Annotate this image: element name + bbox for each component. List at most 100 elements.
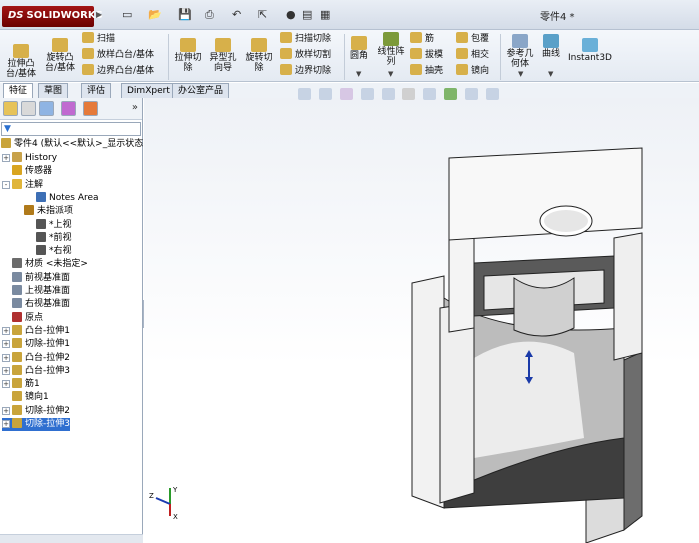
panel-horizontal-scrollbar[interactable] [0,534,143,543]
expander-icon[interactable]: + [2,420,10,428]
save-icon[interactable]: 💾 [178,8,192,24]
tab-features[interactable]: 特征 [3,83,34,98]
tree-item[interactable]: 材质 <未指定> [2,258,88,271]
display-manager-tab-icon[interactable] [83,101,98,116]
reference-geometry-button[interactable]: 参考几 何体 [504,34,536,69]
revolved-cut-button[interactable]: 旋转切 除 [242,38,276,73]
solidworks-logo[interactable]: DS SOLIDWORKS [2,6,103,27]
options-icon[interactable]: ▦ [320,8,330,24]
linear-pattern-button[interactable]: 线性阵 列 [374,32,408,67]
ref-geometry-dropdown-icon[interactable]: ▼ [518,70,523,78]
tree-item[interactable]: - 注解 [2,178,43,192]
curves-dropdown-icon[interactable]: ▼ [548,70,553,78]
rib-button[interactable]: 筋 [410,32,434,46]
wrap-button[interactable]: 包覆 [456,32,489,46]
tab-office-products[interactable]: 办公室产品 [172,83,230,98]
revolve-boss-button[interactable]: 旋转凸 台/基体 [42,38,78,73]
feature-manager-tab-icon[interactable] [3,101,18,116]
tree-item[interactable]: 镜向1 [2,391,49,404]
sweep-button[interactable]: 扫描 [82,32,115,46]
tree-item[interactable]: Notes Area [26,191,99,205]
new-document-icon[interactable]: ▭ [122,8,132,24]
curves-button[interactable]: 曲线 [540,34,562,59]
tree-item[interactable]: *前视 [26,231,72,245]
shell-button[interactable]: 抽壳 [410,64,443,78]
expander-icon[interactable]: + [2,154,10,162]
model-view[interactable] [144,98,699,543]
tab-evaluate[interactable]: 评估 [81,83,112,98]
zoom-to-fit-icon[interactable] [298,88,311,100]
tree-item[interactable]: 传感器 [2,165,52,178]
hide-show-items-icon[interactable] [423,88,437,100]
select-icon[interactable]: ⇱ [258,8,267,24]
open-icon[interactable]: 📂 [148,8,162,24]
expander-icon[interactable]: + [2,380,10,389]
hole-wizard-icon [215,38,231,52]
instant3d-button[interactable]: Instant3D [568,38,612,63]
zoom-to-area-icon[interactable] [318,88,332,100]
tree-item[interactable]: + 凸台-拉伸1 [2,324,70,338]
pattern-dropdown-icon[interactable]: ▼ [388,70,393,78]
tab-sketch[interactable]: 草图 [38,83,69,98]
rebuild-icon[interactable]: ● [286,8,296,24]
boundary-boss-button[interactable]: 边界凸台/基体 [82,64,154,78]
expander-icon[interactable]: - [2,180,10,189]
expander-icon[interactable]: + [2,406,10,415]
file-properties-icon[interactable]: ▤ [302,8,312,24]
instant3d-label: Instant3D [568,53,612,63]
view-orientation-icon[interactable] [381,88,395,100]
menu-arrow-icon[interactable]: ▶ [96,10,102,19]
expander-icon[interactable]: + [2,366,10,375]
property-manager-tab-icon[interactable] [21,101,36,116]
graphics-viewport[interactable] [144,98,699,543]
tree-item[interactable]: + 筋1 [2,378,40,391]
configuration-manager-tab-icon[interactable] [39,101,54,116]
undo-icon[interactable]: ↶ [232,8,241,24]
hole-wizard-button[interactable]: 异型孔 向导 [206,38,240,73]
sweep-icon [82,32,94,43]
tree-item[interactable]: + 切除-拉伸2 [2,404,70,418]
tree-root-label: 零件4 (默认<<默认>_显示状态 [14,139,144,149]
more-tabs-icon[interactable]: » [132,102,138,113]
expander-icon[interactable]: + [2,326,10,335]
tree-item[interactable]: + 凸台-拉伸3 [2,364,70,378]
tree-item[interactable]: + History [2,152,57,165]
fillet-dropdown-icon[interactable]: ▼ [356,70,361,78]
tree-item[interactable]: *上视 [26,218,72,232]
draft-button[interactable]: 拔模 [410,48,443,62]
section-view-icon[interactable] [360,88,374,100]
tree-item[interactable]: 上视基准面 [2,285,70,298]
tree-filter[interactable]: ▼ [1,122,141,136]
expander-icon[interactable]: + [2,353,10,362]
dimxpert-manager-tab-icon[interactable] [61,101,76,116]
tree-item[interactable]: + 凸台-拉伸2 [2,351,70,365]
view-settings-icon[interactable] [485,88,499,100]
print-icon[interactable]: ⎙ [205,8,214,24]
loft-button[interactable]: 放样凸台/基体 [82,48,154,62]
origin-icon [12,311,22,322]
tree-item[interactable]: + 切除-拉伸1 [2,338,70,351]
tab-dimxpert[interactable]: DimXpert [121,83,176,98]
display-style-icon[interactable] [402,88,416,100]
fillet-button[interactable]: 圆角 [346,36,372,61]
apply-scene-icon[interactable] [465,88,478,100]
extrude-boss-button[interactable]: 拉伸凸 台/基体 [4,44,38,79]
edit-appearance-icon[interactable] [444,88,458,100]
swept-cut-button[interactable]: 扫描切除 [280,32,331,46]
tree-item[interactable]: 原点 [2,311,43,325]
tree-item[interactable]: *右视 [26,245,72,258]
previous-view-icon[interactable] [339,88,353,100]
tree-item[interactable]: 前视基准面 [2,271,70,285]
revolved-cut-label: 旋转切 除 [245,53,273,73]
tree-item[interactable]: 未指派项 [14,205,73,218]
expander-icon[interactable]: + [2,340,10,349]
intersect-button[interactable]: 相交 [456,48,489,62]
tree-item[interactable]: 右视基准面 [2,298,70,311]
tree-item[interactable]: + 切除-拉伸3 [2,418,70,431]
extruded-cut-button[interactable]: 拉伸切 除 [172,38,204,73]
lofted-cut-button[interactable]: 放样切割 [280,48,331,62]
tree-root[interactable]: 零件4 (默认<<默认>_显示状态 [1,138,143,151]
boundary-cut-button[interactable]: 边界切除 [280,64,331,78]
boss-extrude-icon [12,364,22,375]
mirror-button[interactable]: 镜向 [456,64,489,78]
